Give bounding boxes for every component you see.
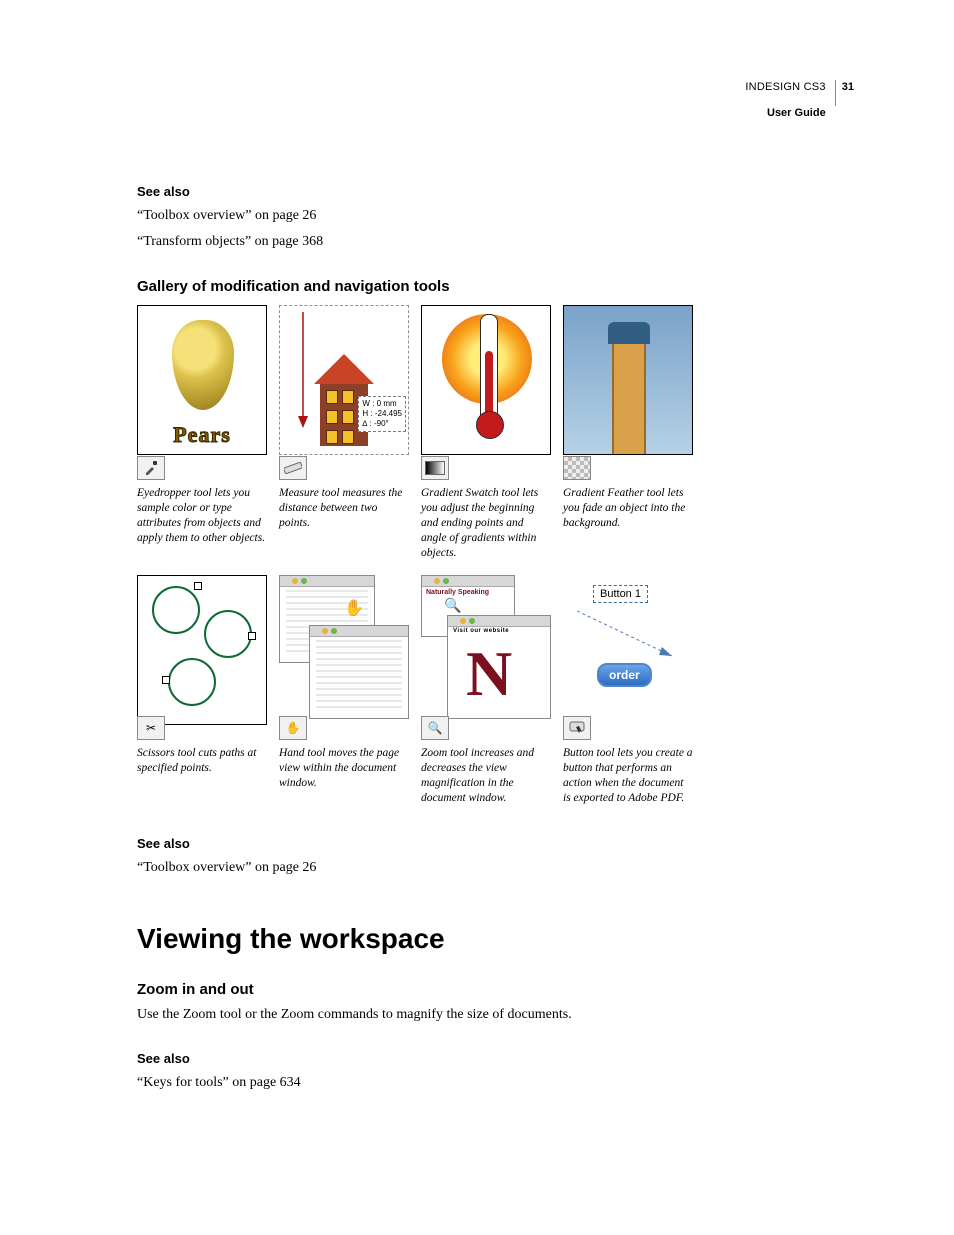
see-also-heading-3: See also [137, 1051, 834, 1066]
figure-frame [421, 305, 551, 455]
body-text: Use the Zoom tool or the Zoom commands t… [137, 1004, 834, 1026]
doc-title: User Guide [767, 107, 826, 119]
gallery-heading: Gallery of modification and navigation t… [137, 278, 834, 295]
caption: Gradient Feather tool lets you fade an o… [563, 486, 693, 531]
gallery-cell-scissors: ✂ Scissors tool cuts paths at specified … [137, 575, 267, 806]
caption: Measure tool measures the distance betwe… [279, 486, 409, 531]
caption: Zoom tool increases and decreases the vi… [421, 746, 551, 806]
thumb-gradient-swatch [421, 305, 551, 480]
figure-frame: Naturally Speaking 🔍 Visit our website N [421, 575, 551, 723]
measure-readout: W : 0 mm H : -24.495 ∆ : -90° [358, 396, 406, 432]
see-also-link[interactable]: “Toolbox overview” on page 26 [137, 857, 834, 879]
pears-label: Pears [138, 422, 266, 448]
paths-illustration [138, 576, 266, 724]
caption: Hand tool moves the page view within the… [279, 746, 409, 791]
lighthouse-illustration [612, 344, 646, 454]
product-name: INDESIGN CS3 [745, 81, 825, 93]
see-also-heading-2: See also [137, 836, 834, 851]
see-also-link[interactable]: “Transform objects” on page 368 [137, 231, 834, 253]
gallery-cell-measure: W : 0 mm H : -24.495 ∆ : -90° Measure to… [279, 305, 409, 561]
gallery-cell-zoom: Naturally Speaking 🔍 Visit our website N… [421, 575, 551, 806]
placeholder-button: Button 1 [593, 585, 648, 603]
gallery-cell-hand: ✋ ✋ Hand tool moves the page view within… [279, 575, 409, 806]
order-button: order [597, 663, 652, 687]
see-also-heading-1: See also [137, 184, 834, 199]
see-also-link[interactable]: “Keys for tools” on page 634 [137, 1072, 834, 1094]
see-also-link[interactable]: “Toolbox overview” on page 26 [137, 205, 834, 227]
ruler-icon [279, 456, 307, 480]
hand-cursor-icon: ✋ [344, 598, 364, 618]
figure-frame: W : 0 mm H : -24.495 ∆ : -90° [279, 305, 409, 455]
thumb-gradient-feather [563, 305, 693, 480]
gallery-cell-gradient-feather: Gradient Feather tool lets you fade an o… [563, 305, 693, 561]
gradient-swatch-icon [421, 456, 449, 480]
pear-illustration [172, 320, 234, 410]
caption: Gradient Swatch tool lets you adjust the… [421, 486, 551, 561]
page: INDESIGN CS3 31 User Guide 31 See also “… [0, 0, 954, 1235]
figure-frame [563, 305, 693, 455]
path-arrow-icon [577, 611, 677, 661]
zoom-cursor-icon: 🔍 [444, 598, 461, 615]
readout-w: W : 0 mm [362, 399, 402, 409]
order-button-label: order [609, 668, 640, 682]
thermometer-illustration [480, 314, 498, 436]
document-window [309, 625, 409, 719]
page-number: 31 [842, 81, 854, 93]
thumb-measure: W : 0 mm H : -24.495 ∆ : -90° [279, 305, 409, 480]
readout-h: H : -24.495 [362, 409, 402, 419]
hand-icon: ✋ [279, 716, 307, 740]
scissors-icon: ✂ [137, 716, 165, 740]
header-divider [835, 80, 836, 106]
gallery-cell-eyedropper: Pears Eyedropper tool lets you sample co… [137, 305, 267, 561]
readout-angle: ∆ : -90° [362, 419, 402, 429]
figure-frame: Button 1 order [563, 575, 693, 723]
gallery-cell-gradient-swatch: Gradient Swatch tool lets you adjust the… [421, 305, 551, 561]
zoom-icon: 🔍 [421, 716, 449, 740]
large-glyph: N [466, 642, 512, 706]
document-window: Visit our website N [447, 615, 551, 719]
figure-frame [137, 575, 267, 725]
tool-gallery: Pears Eyedropper tool lets you sample co… [137, 305, 834, 805]
thumb-button: Button 1 order [563, 575, 693, 740]
thumb-scissors: ✂ [137, 575, 267, 740]
subsection-heading: Zoom in and out [137, 981, 834, 998]
figure-frame: Pears [137, 305, 267, 455]
caption: Eyedropper tool lets you sample color or… [137, 486, 267, 546]
button-tool-icon [563, 716, 591, 740]
visit-sample: Visit our website [453, 628, 509, 634]
caption: Scissors tool cuts paths at specified po… [137, 746, 267, 776]
figure-frame: ✋ [279, 575, 409, 723]
gallery-cell-button: Button 1 order Button tool l [563, 575, 693, 806]
eyedropper-icon [137, 456, 165, 480]
section-title: Viewing the workspace [137, 923, 834, 955]
thumb-hand: ✋ ✋ [279, 575, 409, 740]
content-column: See also “Toolbox overview” on page 26 “… [137, 80, 834, 1094]
caption: Button tool lets you create a button tha… [563, 746, 693, 806]
heading-sample: Naturally Speaking [426, 589, 489, 596]
gradient-feather-icon [563, 456, 591, 480]
running-header: INDESIGN CS3 31 User Guide 31 [745, 80, 854, 132]
thumb-eyedropper: Pears [137, 305, 267, 480]
measure-arrow-icon [298, 312, 308, 432]
thumb-zoom: Naturally Speaking 🔍 Visit our website N… [421, 575, 551, 740]
placeholder-button-label: Button 1 [600, 588, 641, 600]
